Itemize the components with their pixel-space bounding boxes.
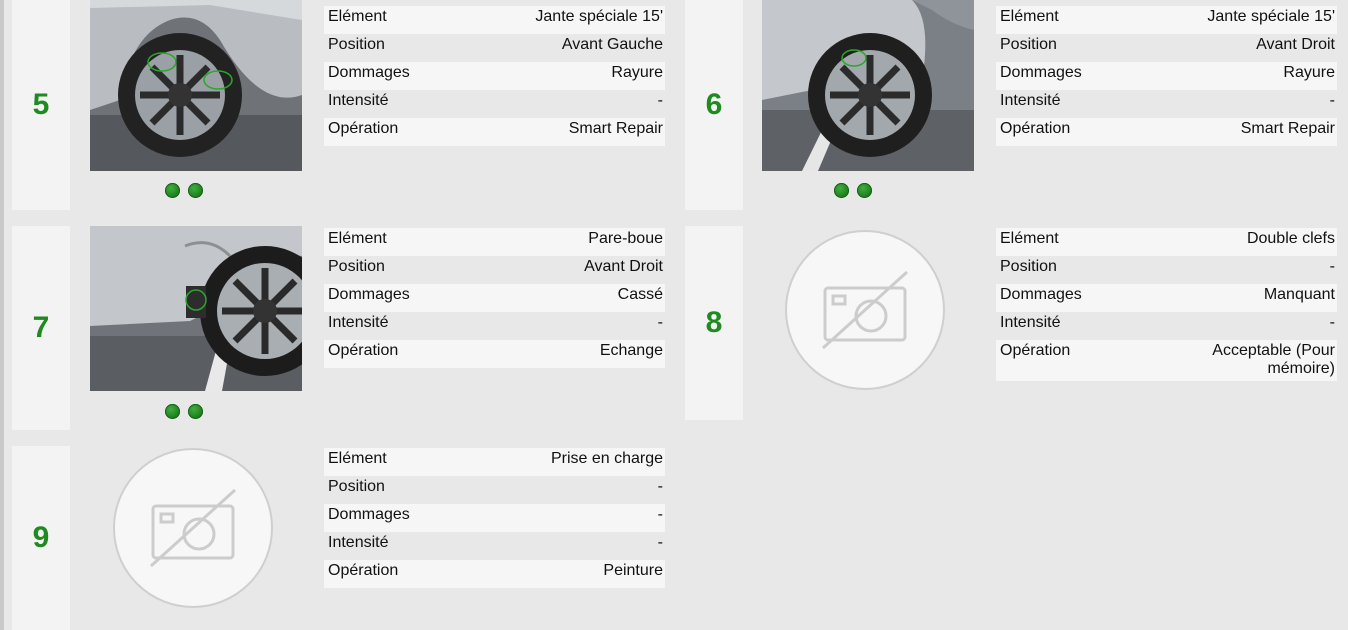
damage-details: Elément Double clefs Position - Dommages Ma…	[996, 228, 1337, 381]
item-number: 8	[705, 306, 723, 339]
damage-details: Elément Pare-boue Position Avant Droit Dom…	[324, 228, 665, 368]
photo-dot[interactable]	[188, 404, 203, 419]
damage-details: Elément Jante spéciale 15' Position Avant …	[324, 6, 665, 146]
detail-row-element: Elément Jante spéciale 15'	[324, 6, 665, 34]
photo-pagination	[165, 404, 203, 419]
detail-row-operation: Opération Smart Repair	[324, 118, 665, 146]
detail-row-intensite: Intensité -	[996, 90, 1337, 118]
detail-row-element: Elément Jante spéciale 15'	[996, 6, 1337, 34]
detail-row-element: Elément Prise en charge	[324, 448, 665, 476]
detail-row-intensite: Intensité -	[996, 312, 1337, 340]
photo-pagination	[834, 183, 872, 198]
photo-dot[interactable]	[188, 183, 203, 198]
item-number-column: 9	[12, 446, 70, 630]
detail-row-operation: Opération Echange	[324, 340, 665, 368]
damage-details: Elément Prise en charge Position - Dommage…	[324, 448, 665, 588]
detail-row-position: Position Avant Gauche	[324, 34, 665, 62]
item-number: 9	[32, 521, 50, 554]
item-number-column: 8	[685, 226, 743, 420]
damage-details: Elément Jante spéciale 15' Position Avant …	[996, 6, 1337, 146]
item-number: 5	[32, 88, 50, 121]
detail-row-dommages: Dommages Cassé	[324, 284, 665, 312]
item-number-column: 7	[12, 226, 70, 430]
photo-dot[interactable]	[857, 183, 872, 198]
detail-row-intensite: Intensité -	[324, 532, 665, 560]
car-front-right-wheel-photo	[762, 0, 974, 171]
car-mudguard-photo	[90, 226, 302, 391]
item-number-column: 6	[685, 0, 743, 210]
damage-photo[interactable]	[762, 0, 974, 171]
photo-dot[interactable]	[165, 183, 180, 198]
detail-row-dommages: Dommages Manquant	[996, 284, 1337, 312]
no-photo-icon	[149, 488, 237, 568]
damage-photo[interactable]	[90, 0, 302, 171]
car-front-left-wheel-photo	[90, 0, 302, 171]
detail-row-position: Position Avant Droit	[996, 34, 1337, 62]
photo-pagination	[165, 183, 203, 198]
detail-row-element: Elément Double clefs	[996, 228, 1337, 256]
item-number: 7	[32, 311, 50, 344]
detail-row-position: Position Avant Droit	[324, 256, 665, 284]
detail-row-element: Elément Pare-boue	[324, 228, 665, 256]
detail-row-position: Position -	[996, 256, 1337, 284]
detail-row-intensite: Intensité -	[324, 90, 665, 118]
detail-row-operation: Opération Peinture	[324, 560, 665, 588]
photo-dot[interactable]	[834, 183, 849, 198]
detail-row-operation: Opération Smart Repair	[996, 118, 1337, 146]
page-left-edge	[0, 0, 4, 630]
detail-row-operation: Opération Acceptable (Pour mémoire)	[996, 340, 1337, 381]
item-number: 6	[705, 88, 723, 121]
item-number-column: 5	[12, 0, 70, 210]
detail-row-dommages: Dommages Rayure	[996, 62, 1337, 90]
damage-photo[interactable]	[90, 226, 302, 391]
detail-row-intensite: Intensité -	[324, 312, 665, 340]
no-photo-icon	[821, 270, 909, 350]
detail-row-position: Position -	[324, 476, 665, 504]
detail-row-dommages: Dommages Rayure	[324, 62, 665, 90]
no-photo-placeholder	[785, 230, 945, 390]
photo-dot[interactable]	[165, 404, 180, 419]
no-photo-placeholder	[113, 448, 273, 608]
detail-row-dommages: Dommages -	[324, 504, 665, 532]
